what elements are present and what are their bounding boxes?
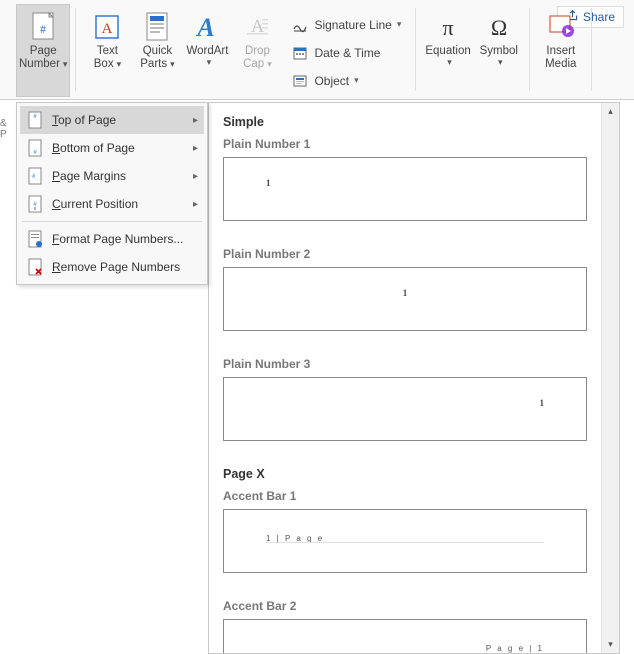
menu-format-page-numbers[interactable]: Format Page Numbers... bbox=[20, 225, 204, 253]
ribbon: # Page Number▾ A Text Box▾ Quick Parts bbox=[0, 0, 634, 100]
chevron-down-icon: ▾ bbox=[207, 58, 212, 67]
page-number-icon: # bbox=[27, 11, 59, 43]
gallery-item-accent-2[interactable]: P a g e | 1 bbox=[223, 619, 587, 653]
gallery-item-plain-3[interactable]: 1 bbox=[223, 377, 587, 441]
text-box-button[interactable]: A Text Box▾ bbox=[82, 4, 132, 97]
chevron-right-icon: ▸ bbox=[193, 143, 198, 154]
chevron-down-icon: ▾ bbox=[447, 58, 452, 67]
date-time-button[interactable]: Date & Time bbox=[286, 42, 406, 64]
object-icon bbox=[291, 72, 309, 90]
calendar-icon bbox=[291, 44, 309, 62]
scroll-track[interactable] bbox=[602, 120, 619, 636]
svg-text:A: A bbox=[196, 13, 215, 42]
drop-cap-label-2: Cap bbox=[243, 58, 264, 70]
scroll-up-button[interactable]: ▴ bbox=[602, 103, 619, 120]
quick-parts-icon bbox=[141, 11, 173, 43]
gallery-item-title: Plain Number 3 bbox=[223, 357, 587, 371]
chevron-right-icon: ▸ bbox=[193, 199, 198, 210]
gallery-item-title: Accent Bar 2 bbox=[223, 599, 587, 613]
gallery-item-plain-1[interactable]: 1 bbox=[223, 157, 587, 221]
insert-media-button[interactable]: Insert Media bbox=[536, 4, 586, 97]
chevron-down-icon: ▾ bbox=[498, 58, 503, 67]
gallery-item-title: Accent Bar 1 bbox=[223, 489, 587, 503]
gallery-item-title: Plain Number 2 bbox=[223, 247, 587, 261]
ruler-fragment: & P bbox=[0, 118, 12, 130]
signature-label: Signature Line bbox=[314, 18, 391, 32]
gallery-rule bbox=[266, 542, 544, 543]
symbol-button[interactable]: Ω Symbol ▾ bbox=[474, 4, 524, 97]
menu-bottom-of-page[interactable]: # Bottom of Page ▸ bbox=[20, 134, 204, 162]
chevron-down-icon: ▾ bbox=[397, 19, 402, 30]
page-top-icon: # bbox=[26, 111, 44, 129]
wordart-label: WordArt bbox=[186, 45, 228, 58]
object-label: Object bbox=[314, 74, 349, 88]
chevron-down-icon: ▾ bbox=[267, 59, 272, 69]
quick-parts-label-2: Parts bbox=[140, 58, 167, 70]
gallery-item-accent-1[interactable]: 1 | P a g e bbox=[223, 509, 587, 573]
date-time-label: Date & Time bbox=[314, 46, 380, 60]
wordart-button[interactable]: A WordArt ▾ bbox=[182, 4, 232, 97]
equation-label: Equation bbox=[425, 45, 470, 58]
gallery-number: 1 bbox=[266, 178, 271, 188]
gallery-number: 1 bbox=[540, 398, 545, 408]
drop-cap-label-1: Drop bbox=[245, 45, 270, 58]
page-number-label-1: Page bbox=[30, 45, 57, 58]
drop-cap-button: A Drop Cap▾ bbox=[232, 4, 282, 97]
remove-icon bbox=[26, 258, 44, 276]
wordart-icon: A bbox=[191, 11, 223, 43]
svg-text:Ω: Ω bbox=[491, 15, 507, 40]
signature-icon bbox=[291, 16, 309, 34]
menu-top-of-page[interactable]: # TTop of Pageop of Page ▸ bbox=[20, 106, 204, 134]
menu-remove-page-numbers[interactable]: Remove Page Numbers bbox=[20, 253, 204, 281]
svg-text:#: # bbox=[40, 22, 46, 36]
text-box-icon: A bbox=[91, 11, 123, 43]
menu-page-margins[interactable]: # Page Margins ▸ bbox=[20, 162, 204, 190]
chevron-down-icon: ▾ bbox=[63, 59, 68, 69]
gallery-item-title: Plain Number 1 bbox=[223, 137, 587, 151]
chevron-down-icon: ▾ bbox=[354, 75, 359, 86]
page-number-menu: # TTop of Pageop of Page ▸ # Bottom of P… bbox=[16, 102, 208, 285]
gallery-item-plain-2[interactable]: 1 bbox=[223, 267, 587, 331]
symbol-icon: Ω bbox=[483, 11, 515, 43]
chevron-right-icon: ▸ bbox=[193, 171, 198, 182]
quick-parts-label-1: Quick bbox=[143, 45, 172, 58]
gallery-group-pagex: Page X bbox=[223, 467, 587, 481]
gallery-accent-text: P a g e | 1 bbox=[486, 644, 544, 653]
symbol-label: Symbol bbox=[480, 45, 518, 58]
page-bottom-icon: # bbox=[26, 139, 44, 157]
chevron-down-icon: ▾ bbox=[117, 59, 122, 69]
menu-separator bbox=[22, 221, 202, 222]
page-number-label-2: Number bbox=[19, 58, 60, 70]
current-position-icon: # bbox=[26, 195, 44, 213]
gallery-group-simple: Simple bbox=[223, 115, 587, 129]
equation-icon: π bbox=[432, 11, 464, 43]
svg-text:A: A bbox=[102, 21, 113, 37]
equation-button[interactable]: π Equation ▾ bbox=[422, 4, 473, 97]
svg-text:π: π bbox=[443, 15, 454, 40]
object-button[interactable]: Object ▾ bbox=[286, 70, 406, 92]
menu-current-position[interactable]: # Current Position ▸ bbox=[20, 190, 204, 218]
text-box-label-2: Box bbox=[94, 58, 114, 70]
format-icon bbox=[26, 230, 44, 248]
page-number-gallery: Simple Plain Number 1 1 Plain Number 2 1… bbox=[208, 102, 620, 654]
scroll-down-button[interactable]: ▾ bbox=[602, 636, 619, 653]
signature-line-button[interactable]: Signature Line ▾ bbox=[286, 14, 406, 36]
chevron-down-icon: ▾ bbox=[170, 59, 175, 69]
gallery-scrollbar[interactable]: ▴ ▾ bbox=[601, 103, 619, 653]
page-margins-icon: # bbox=[26, 167, 44, 185]
insert-media-label-2: Media bbox=[545, 58, 576, 71]
page-number-button[interactable]: # Page Number▾ bbox=[16, 4, 70, 97]
media-icon bbox=[545, 11, 577, 43]
quick-parts-button[interactable]: Quick Parts▾ bbox=[132, 4, 182, 97]
insert-media-label-1: Insert bbox=[546, 45, 575, 58]
gallery-number: 1 bbox=[403, 288, 408, 298]
text-box-label-1: Text bbox=[97, 45, 118, 58]
drop-cap-icon: A bbox=[241, 11, 273, 43]
chevron-right-icon: ▸ bbox=[193, 115, 198, 126]
